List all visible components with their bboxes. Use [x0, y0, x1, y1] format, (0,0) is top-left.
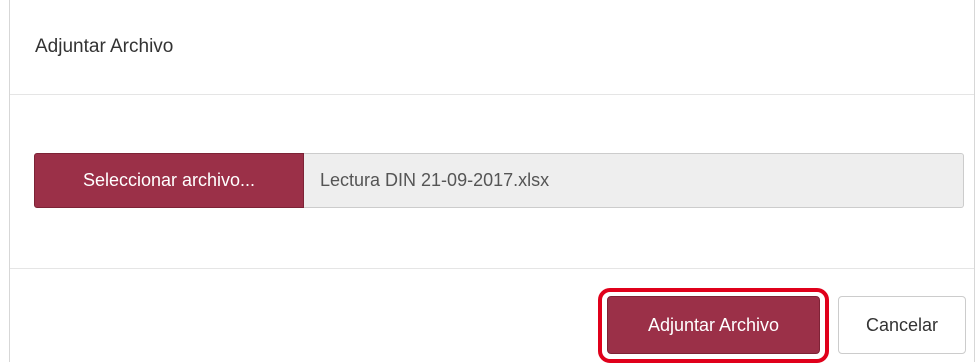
- modal-title: Adjuntar Archivo: [35, 36, 174, 57]
- modal-footer: Adjuntar Archivo Cancelar: [10, 268, 974, 363]
- selected-file-name: Lectura DIN 21-09-2017.xlsx: [304, 153, 964, 208]
- select-file-button[interactable]: Seleccionar archivo...: [34, 153, 304, 208]
- modal-header: Adjuntar Archivo: [10, 0, 974, 95]
- attach-file-modal: Adjuntar Archivo Seleccionar archivo... …: [9, 0, 975, 363]
- cancel-button[interactable]: Cancelar: [838, 296, 966, 354]
- attach-file-button[interactable]: Adjuntar Archivo: [607, 296, 820, 354]
- file-input-group: Seleccionar archivo... Lectura DIN 21-09…: [34, 153, 964, 208]
